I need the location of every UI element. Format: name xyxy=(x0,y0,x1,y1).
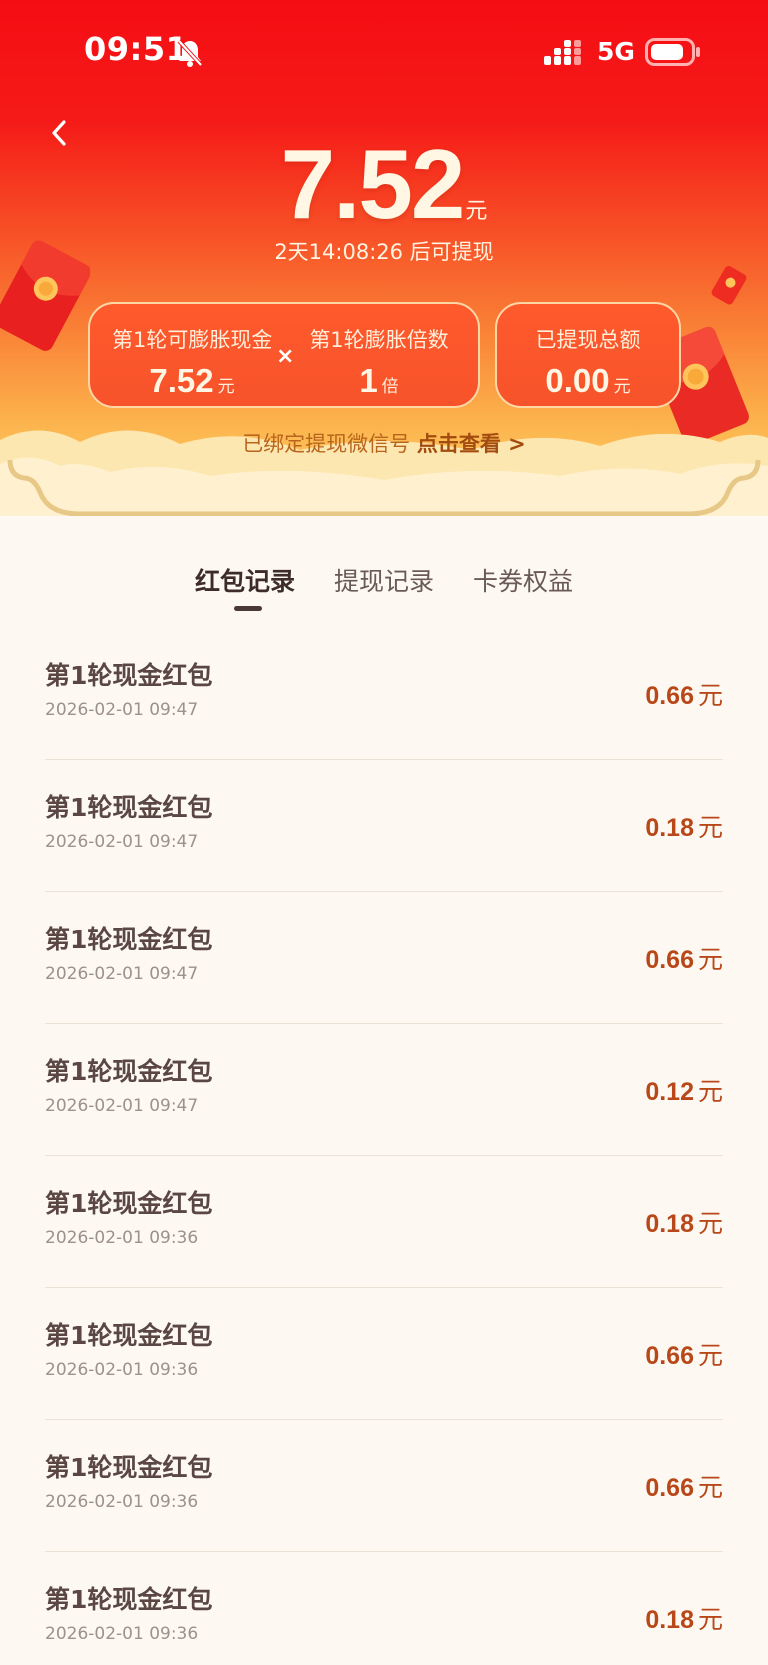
withdrawn-column: 已提现总额 0.00 元 xyxy=(497,324,679,400)
tab-withdraw-records[interactable]: 提现记录 xyxy=(334,562,434,598)
record-time: 2026-02-01 09:47 xyxy=(45,832,199,852)
record-time: 2026-02-01 09:36 xyxy=(45,1624,199,1644)
list-item[interactable]: 第1轮现金红包 2026-02-01 09:47 0.12 元 xyxy=(45,1024,723,1156)
withdraw-countdown: 2天14:08:26 后可提现 xyxy=(274,240,494,264)
multiplier-value-row: 1倍 xyxy=(304,362,454,400)
record-amount-unit: 元 xyxy=(697,1473,723,1502)
record-amount: 0.66 元 xyxy=(645,1468,723,1504)
record-amount-unit: 元 xyxy=(697,681,723,710)
balance-unit: 元 xyxy=(465,199,488,224)
withdrawn-total-card: 已提现总额 0.00 元 xyxy=(495,302,681,408)
record-title: 第1轮现金红包 xyxy=(45,1057,213,1086)
round-cash-unit: 元 xyxy=(217,377,235,396)
record-amount: 0.18 元 xyxy=(645,1600,723,1636)
wechat-binding-line: 已绑定提现微信号 点击查看 > xyxy=(0,428,768,458)
record-amount: 0.66 元 xyxy=(645,940,723,976)
record-time: 2026-02-01 09:47 xyxy=(45,964,199,984)
wechat-binding-text: 已绑定提现微信号 xyxy=(242,432,411,456)
list-item[interactable]: 第1轮现金红包 2026-02-01 09:36 0.18 元 xyxy=(45,1552,723,1665)
record-title: 第1轮现金红包 xyxy=(45,1585,213,1614)
record-amount: 0.18 元 xyxy=(645,808,723,844)
record-title: 第1轮现金红包 xyxy=(45,1453,213,1482)
record-amount: 0.66 元 xyxy=(645,676,723,712)
record-amount: 0.12 元 xyxy=(645,1072,723,1108)
record-title: 第1轮现金红包 xyxy=(45,1189,213,1218)
view-wechat-link[interactable]: 点击查看 > xyxy=(417,432,526,456)
record-time: 2026-02-01 09:36 xyxy=(45,1492,199,1512)
record-amount-unit: 元 xyxy=(697,1341,723,1370)
multiplier-unit: 倍 xyxy=(381,377,399,396)
record-amount: 0.18 元 xyxy=(645,1204,723,1240)
record-amount-value: 0.18 xyxy=(645,814,694,842)
record-title: 第1轮现金红包 xyxy=(45,925,213,954)
list-item[interactable]: 第1轮现金红包 2026-02-01 09:47 0.66 元 xyxy=(45,628,723,760)
multiplier-label: 第1轮膨胀倍数 xyxy=(309,328,449,352)
list-item[interactable]: 第1轮现金红包 2026-02-01 09:36 0.66 元 xyxy=(45,1288,723,1420)
list-item[interactable]: 第1轮现金红包 2026-02-01 09:36 0.66 元 xyxy=(45,1420,723,1552)
record-amount-unit: 元 xyxy=(697,813,723,842)
list-item[interactable]: 第1轮现金红包 2026-02-01 09:47 0.18 元 xyxy=(45,760,723,892)
record-time: 2026-02-01 09:47 xyxy=(45,700,199,720)
record-amount-unit: 元 xyxy=(697,1077,723,1106)
record-amount-value: 0.18 xyxy=(645,1210,694,1238)
withdrawn-unit: 元 xyxy=(613,377,631,396)
record-title: 第1轮现金红包 xyxy=(45,1321,213,1350)
withdrawn-label: 已提现总额 xyxy=(535,328,641,352)
record-tabs: 红包记录 提现记录 卡券权益 xyxy=(0,562,768,622)
header-banner: 09:51 5G 7.52元 2天14:08:26 后可提现 第1轮可膨胀现金 … xyxy=(0,0,768,530)
record-time: 2026-02-01 09:36 xyxy=(45,1228,199,1248)
status-time: 09:51 xyxy=(84,30,189,68)
withdrawn-value: 0.00 xyxy=(545,362,610,399)
record-time: 2026-02-01 09:47 xyxy=(45,1096,199,1116)
round-cash-card: 第1轮可膨胀现金 7.52 元 × 第1轮膨胀倍数 1倍 xyxy=(88,302,480,408)
record-title: 第1轮现金红包 xyxy=(45,793,213,822)
balance-amount: 7.52 xyxy=(280,129,466,239)
round-cash-value-row: 7.52 元 xyxy=(112,362,272,400)
balance-display: 7.52元 xyxy=(0,128,768,241)
round-cash-label: 第1轮可膨胀现金 xyxy=(112,328,273,352)
list-item[interactable]: 第1轮现金红包 2026-02-01 09:47 0.66 元 xyxy=(45,892,723,1024)
list-item[interactable]: 第1轮现金红包 2026-02-01 09:36 0.18 元 xyxy=(45,1156,723,1288)
round-cash-value: 7.52 xyxy=(149,362,214,399)
record-amount-unit: 元 xyxy=(697,945,723,974)
status-bar: 09:51 5G xyxy=(0,0,768,100)
battery-icon xyxy=(645,38,700,66)
bell-off-icon xyxy=(177,39,203,67)
record-title: 第1轮现金红包 xyxy=(45,661,213,690)
tab-coupon-benefits[interactable]: 卡券权益 xyxy=(473,562,573,598)
record-amount-value: 0.66 xyxy=(645,682,694,710)
record-amount-value: 0.66 xyxy=(645,946,694,974)
record-amount-value: 0.66 xyxy=(645,1474,694,1502)
record-time: 2026-02-01 09:36 xyxy=(45,1360,199,1380)
record-amount-unit: 元 xyxy=(697,1209,723,1238)
multiply-sign: × xyxy=(276,344,295,369)
multiplier-value: 1 xyxy=(359,362,378,399)
multiplier-column: 第1轮膨胀倍数 1倍 xyxy=(304,324,454,400)
record-amount-unit: 元 xyxy=(697,1605,723,1634)
record-amount-value: 0.12 xyxy=(645,1078,694,1106)
tab-red-packet-records[interactable]: 红包记录 xyxy=(195,562,295,598)
network-type: 5G xyxy=(597,37,635,66)
red-envelope-small-decoration xyxy=(711,266,747,305)
withdrawn-value-row: 0.00 元 xyxy=(497,362,679,400)
round-cash-column: 第1轮可膨胀现金 7.52 元 xyxy=(112,324,272,400)
record-amount: 0.66 元 xyxy=(645,1336,723,1372)
record-amount-value: 0.66 xyxy=(645,1342,694,1370)
active-tab-indicator xyxy=(234,606,262,611)
signal-icon xyxy=(544,40,581,65)
record-amount-value: 0.18 xyxy=(645,1606,694,1634)
